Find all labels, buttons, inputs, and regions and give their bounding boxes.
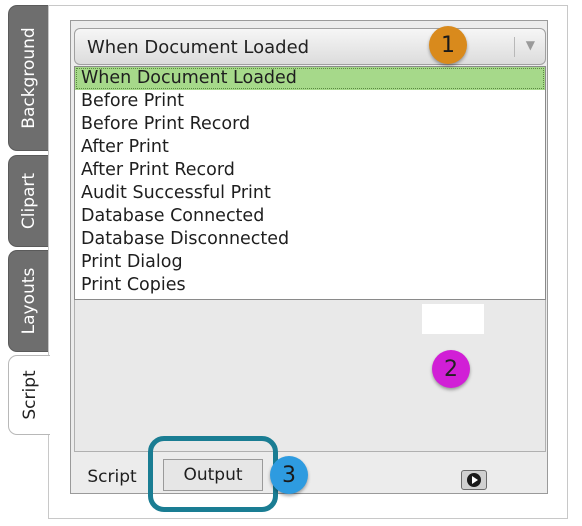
- list-item[interactable]: Before Print: [75, 90, 545, 113]
- tab-script[interactable]: Script: [8, 355, 50, 435]
- callout-badge-1: 1: [429, 26, 467, 64]
- list-item[interactable]: Database Connected: [75, 205, 545, 228]
- tab-layouts-label: Layouts: [18, 267, 39, 335]
- tab-background-label: Background: [18, 27, 39, 129]
- list-item[interactable]: After Print Record: [75, 159, 545, 182]
- dropdown-separator: [514, 37, 515, 57]
- tab-clipart-label: Clipart: [18, 172, 39, 230]
- list-item[interactable]: Print Dialog: [75, 251, 545, 274]
- event-dropdown[interactable]: When Document Loaded ▼: [74, 28, 546, 65]
- tab-layouts[interactable]: Layouts: [8, 250, 48, 352]
- bottom-tab-script[interactable]: Script: [80, 462, 144, 492]
- list-item[interactable]: After Print: [75, 136, 545, 159]
- chevron-down-icon[interactable]: ▼: [526, 38, 535, 52]
- list-item[interactable]: Print Copies: [75, 274, 545, 297]
- run-script-button[interactable]: [461, 470, 487, 490]
- callout-badge-3: 3: [270, 456, 308, 494]
- output-tab-highlight: [148, 436, 278, 512]
- list-item[interactable]: When Document Loaded: [75, 67, 545, 90]
- tab-script-label: Script: [19, 370, 40, 420]
- tab-clipart[interactable]: Clipart: [8, 155, 48, 247]
- list-item[interactable]: Audit Successful Print: [75, 182, 545, 205]
- list-item[interactable]: Database Disconnected: [75, 228, 545, 251]
- play-circle-icon: [467, 473, 481, 487]
- event-dropdown-value: When Document Loaded: [87, 37, 310, 58]
- list-item[interactable]: Before Print Record: [75, 113, 545, 136]
- editor-blank-patch: [422, 304, 484, 334]
- tab-background[interactable]: Background: [8, 5, 48, 151]
- event-dropdown-list: When Document Loaded Before Print Before…: [74, 66, 546, 300]
- callout-badge-2: 2: [432, 350, 470, 388]
